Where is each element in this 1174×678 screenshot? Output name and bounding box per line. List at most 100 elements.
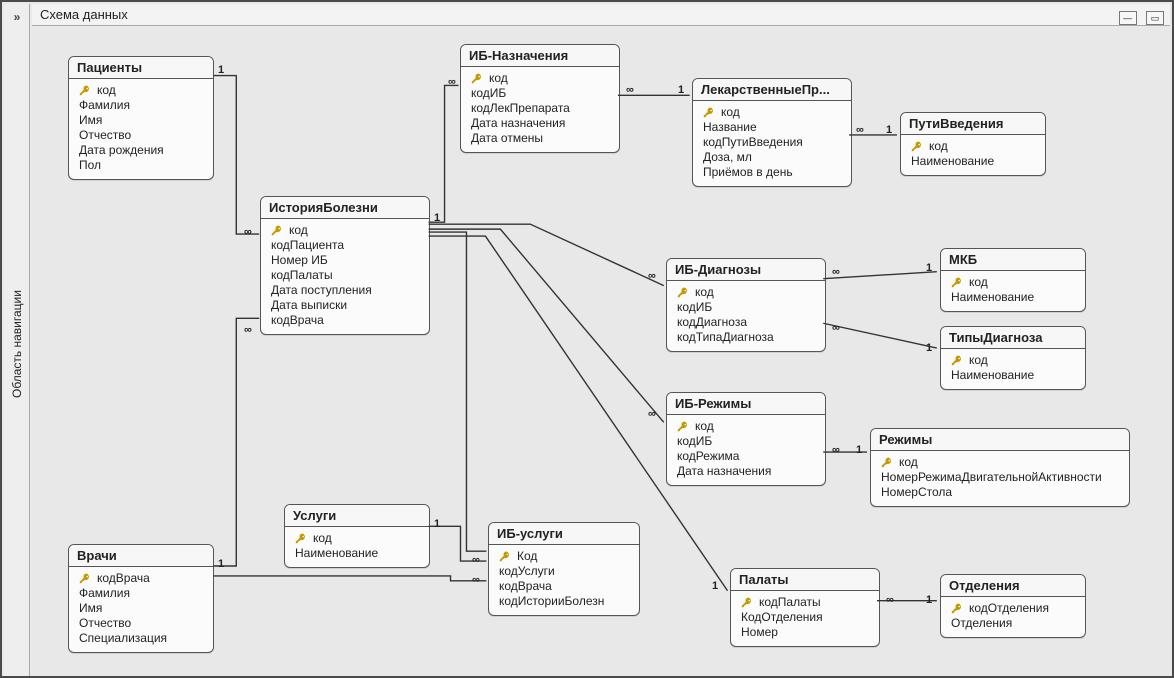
maximize-button[interactable]: ▭ [1146,11,1164,25]
table-services[interactable]: Услуги код Наименование [284,504,430,568]
key-icon [295,532,309,544]
cardinality-many: ∞ [832,266,840,278]
minimize-button[interactable]: — [1119,11,1137,25]
table-modes[interactable]: Режимы код НомерРежимаДвигательнойАктивн… [870,428,1130,507]
field: Отделения [949,616,1077,631]
relationships-canvas[interactable]: Пациенты код Фамилия Имя Отчество Дата р… [32,26,1170,674]
table-title: Врачи [69,545,213,567]
field: Отчество [77,128,205,143]
table-title: МКБ [941,249,1085,271]
cardinality-one: 1 [218,558,224,570]
table-diagtypes[interactable]: ТипыДиагноза код Наименование [940,326,1086,390]
key-field: код [469,71,611,86]
cardinality-one: 1 [218,64,224,76]
field: кодИсторииБолезн [497,594,631,609]
table-depts[interactable]: Отделения кодОтделения Отделения [940,574,1086,638]
table-ib-diag[interactable]: ИБ-Диагнозы код кодИБ кодДиагноза кодТип… [666,258,826,352]
key-field: код [269,223,421,238]
table-title: ИБ-услуги [489,523,639,545]
cardinality-one: 1 [434,518,440,530]
field: Наименование [949,290,1077,305]
field-list: Код кодУслуги кодВрача кодИсторииБолезн [489,545,639,615]
field-list: код Наименование [941,349,1085,389]
cardinality-many: ∞ [472,574,480,586]
table-title: ИБ-Режимы [667,393,825,415]
field: кодТипаДиагноза [675,330,817,345]
cardinality-many: ∞ [626,84,634,96]
key-icon [911,140,925,152]
key-field: код [909,139,1037,154]
table-drugs[interactable]: ЛекарственныеПр... код Название кодПутиВ… [692,78,852,187]
field: кодВрача [269,313,421,328]
table-title: ТипыДиагноза [941,327,1085,349]
field-list: код НомерРежимаДвигательнойАктивности Но… [871,451,1129,506]
cardinality-many: ∞ [886,594,894,606]
field: кодПалаты [269,268,421,283]
key-field: кодВрача [77,571,205,586]
field: КодОтделения [739,610,871,625]
table-ib-rezh[interactable]: ИБ-Режимы код кодИБ кодРежима Дата назна… [666,392,826,486]
table-patients[interactable]: Пациенты код Фамилия Имя Отчество Дата р… [68,56,214,180]
cardinality-many: ∞ [856,124,864,136]
key-field: код [293,531,421,546]
field: НомерРежимаДвигательнойАктивности [879,470,1121,485]
field: НомерСтола [879,485,1121,500]
cardinality-many: ∞ [832,322,840,334]
field-list: код Наименование [901,135,1045,175]
cardinality-one: 1 [678,84,684,96]
key-icon [951,354,965,366]
cardinality-one: 1 [926,594,932,606]
field: кодИБ [675,434,817,449]
table-mkb[interactable]: МКБ код Наименование [940,248,1086,312]
field: Номер [739,625,871,640]
field-list: код Название кодПутиВведения Доза, мл Пр… [693,101,851,186]
field-list: кодПалаты КодОтделения Номер [731,591,879,646]
navigation-strip: » Область навигации [4,4,30,676]
key-field: код [879,455,1121,470]
key-icon [741,596,755,608]
field: Название [701,120,843,135]
key-field: код [701,105,843,120]
nav-strip-label: Область навигации [10,264,24,424]
table-title: ИБ-Назначения [461,45,619,67]
table-ib-services[interactable]: ИБ-услуги Код кодУслуги кодВрача кодИсто… [488,522,640,616]
key-icon [471,72,485,84]
cardinality-many: ∞ [832,444,840,456]
table-title: ЛекарственныеПр... [693,79,851,101]
canvas-header: Схема данных — ▭ [32,4,1170,26]
table-title: Услуги [285,505,429,527]
field: кодПациента [269,238,421,253]
table-ib-nazn[interactable]: ИБ-Назначения код кодИБ кодЛекПрепарата … [460,44,620,153]
table-doctors[interactable]: Врачи кодВрача Фамилия Имя Отчество Спец… [68,544,214,653]
field-list: код кодИБ кодЛекПрепарата Дата назначени… [461,67,619,152]
key-icon [677,420,691,432]
key-icon [271,224,285,236]
table-title: Отделения [941,575,1085,597]
cardinality-many: ∞ [244,226,252,238]
window-chrome: — ▭ [1113,6,1164,28]
field: Специализация [77,631,205,646]
key-field: код [675,285,817,300]
app-frame: » Область навигации Схема данных — ▭ Пац… [0,0,1174,678]
field: Фамилия [77,586,205,601]
cardinality-one: 1 [712,580,718,592]
field: Дата назначения [675,464,817,479]
table-wards[interactable]: Палаты кодПалаты КодОтделения Номер [730,568,880,647]
field: Дата выписки [269,298,421,313]
field: кодДиагноза [675,315,817,330]
table-history[interactable]: ИсторияБолезни код кодПациента Номер ИБ … [260,196,430,335]
key-icon [951,276,965,288]
table-routes[interactable]: ПутиВведения код Наименование [900,112,1046,176]
key-icon [79,572,93,584]
key-field: код [675,419,817,434]
field-list: кодВрача Фамилия Имя Отчество Специализа… [69,567,213,652]
field-list: код кодИБ кодРежима Дата назначения [667,415,825,485]
field: Дата поступления [269,283,421,298]
key-field: кодОтделения [949,601,1077,616]
nav-expand-button[interactable]: » [8,8,26,26]
cardinality-one: 1 [886,124,892,136]
table-title: Пациенты [69,57,213,79]
field-list: код Фамилия Имя Отчество Дата рождения П… [69,79,213,179]
table-title: ИБ-Диагнозы [667,259,825,281]
cardinality-one: 1 [856,444,862,456]
